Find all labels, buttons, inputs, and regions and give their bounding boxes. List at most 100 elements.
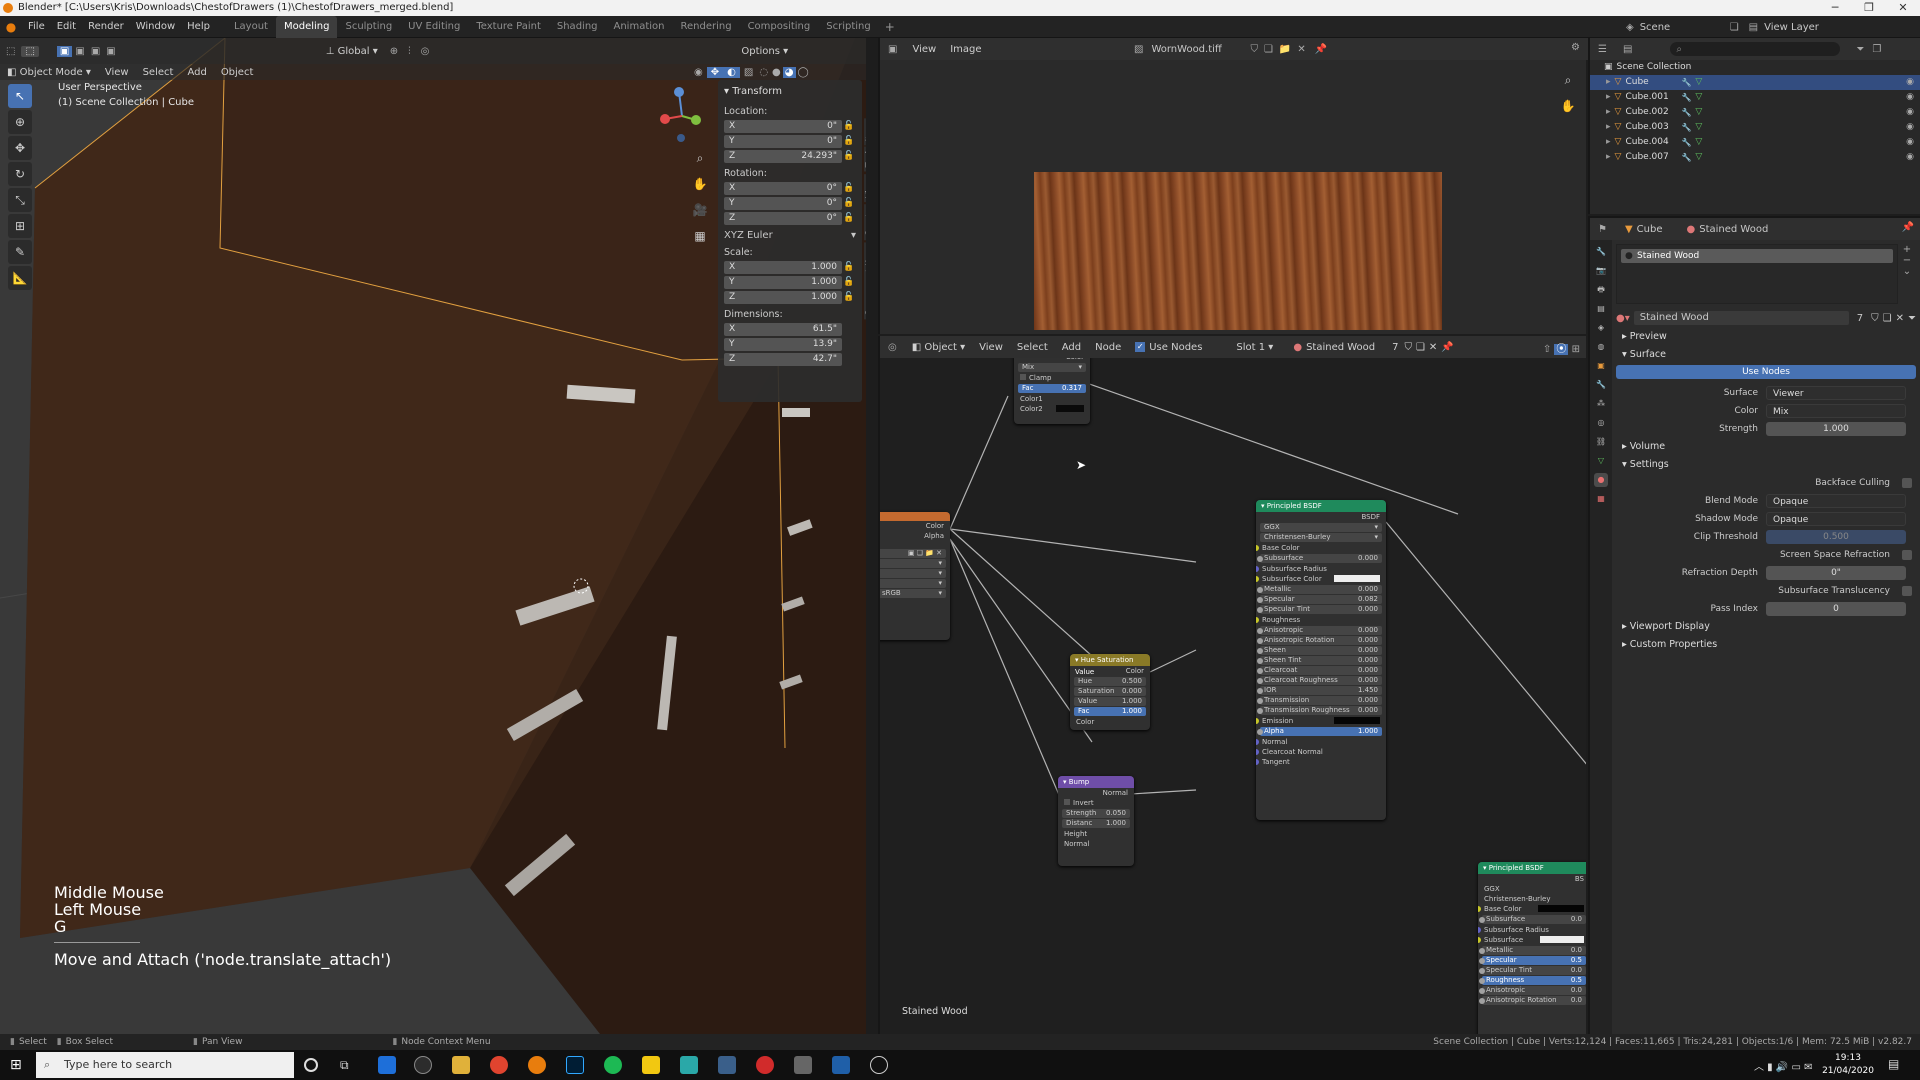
scene-tab-icon[interactable]: ◈ bbox=[1594, 321, 1608, 335]
system-tray-icons[interactable]: ︿ ▮ 🔊 ▭ ✉ bbox=[1754, 1058, 1813, 1073]
row-value-field[interactable]: Viewer bbox=[1766, 386, 1906, 400]
unlink-icon[interactable]: ✕ bbox=[1429, 342, 1437, 353]
input-socket[interactable] bbox=[1257, 708, 1263, 714]
input-socket[interactable] bbox=[1479, 998, 1485, 1004]
gizmo-icon[interactable]: ✥ bbox=[706, 66, 724, 78]
lock-icon[interactable]: 🔓 bbox=[842, 277, 856, 287]
fake-user-icon[interactable]: ⛉ bbox=[1871, 313, 1879, 324]
node-field-saturation[interactable]: Saturation 0.000 bbox=[1074, 687, 1146, 696]
scale-x-field[interactable]: X 1.000 bbox=[724, 260, 842, 274]
new-scene-icon[interactable]: ❏ bbox=[1730, 22, 1739, 33]
principled-bsdf-node[interactable]: ▾ Principled BSDF BSDF GGX ▾ Christensen-… bbox=[1256, 500, 1386, 820]
sidebar-tab-tool[interactable]: Tool bbox=[864, 147, 866, 172]
bsdf-input-subsurface[interactable]: Subsurface 0.000 bbox=[1257, 554, 1382, 563]
zoom-icon[interactable]: ⌕ bbox=[1556, 68, 1580, 92]
constraints-tab-icon[interactable]: ⛓ bbox=[1594, 435, 1608, 449]
custom-properties-section-header[interactable]: ▸ Custom Properties bbox=[1616, 636, 1916, 654]
input-socket[interactable] bbox=[1257, 587, 1263, 593]
input-socket[interactable] bbox=[1256, 749, 1259, 755]
row-value-field[interactable]: 0 bbox=[1766, 602, 1906, 616]
bsdf-input-roughness[interactable]: Roughness bbox=[1256, 615, 1386, 625]
node-menu-add[interactable]: Add bbox=[1055, 342, 1088, 353]
input-socket[interactable] bbox=[1479, 958, 1485, 964]
outliner-item-cube-003[interactable]: ▸ ▽ Cube.003 🔧 ▽ ◉ bbox=[1590, 120, 1920, 135]
select-mode-icon[interactable]: ⬚ bbox=[21, 45, 39, 57]
bsdf-input-metallic[interactable]: Metallic 0.000 bbox=[1257, 585, 1382, 594]
outliner[interactable]: ☰ ▤ ⌕ ⏷ ❐ ▣ Scene Collection ▸ ▽ Cube 🔧 ▽ ◉ ▸ ▽ C… bbox=[1588, 38, 1920, 214]
expand-arrow-icon[interactable]: ▸ bbox=[1606, 105, 1611, 120]
blender-taskbar-icon[interactable] bbox=[528, 1056, 546, 1074]
slot-dropdown[interactable]: Slot 1 ▾ bbox=[1229, 342, 1280, 353]
color-swatch[interactable] bbox=[1334, 717, 1380, 724]
eye-icon[interactable]: ◉ bbox=[1906, 135, 1914, 150]
node-menu-node[interactable]: Node bbox=[1088, 342, 1128, 353]
image-ext-dropdown[interactable]: ▾ bbox=[880, 579, 946, 588]
blender-menu-icon[interactable]: ● bbox=[0, 20, 22, 34]
texture-tab-icon[interactable]: ▦ bbox=[1594, 492, 1608, 506]
properties-type-icon[interactable]: ⚑ bbox=[1590, 224, 1615, 235]
unlink-icon[interactable]: ✕ bbox=[1294, 44, 1308, 55]
mix-clamp-checkbox[interactable]: Clamp bbox=[1014, 373, 1090, 383]
data-tab-icon[interactable]: ▽ bbox=[1594, 454, 1608, 468]
tool-tab-icon[interactable]: 🔧 bbox=[1594, 245, 1608, 259]
object-tab-icon[interactable]: ▣ bbox=[1594, 359, 1608, 373]
select-box-tool-icon[interactable]: ↖ bbox=[8, 84, 32, 108]
viewport-menu-select[interactable]: Select bbox=[136, 67, 181, 78]
task-view-icon[interactable]: ⧉ bbox=[340, 1056, 358, 1074]
rotation-z-field[interactable]: Z 0° bbox=[724, 211, 842, 225]
node-field-distanc[interactable]: Distanc 1.000 bbox=[1062, 819, 1130, 828]
bsdf-input-clearcoat-roughness[interactable]: Clearcoat Roughness 0.000 bbox=[1257, 676, 1382, 685]
lock-icon[interactable]: 🔓 bbox=[842, 136, 856, 146]
bsdf-input-anisotropic[interactable]: Anisotropic 0.000 bbox=[1257, 626, 1382, 635]
photoshop-icon[interactable] bbox=[566, 1056, 584, 1074]
color-swatch[interactable] bbox=[1334, 575, 1380, 582]
cursor-tool-icon[interactable]: ⊕ bbox=[8, 110, 32, 134]
bsdf-input-anisotropic-rotation[interactable]: Anisotropic Rotation 0.000 bbox=[1257, 636, 1382, 645]
input-socket[interactable] bbox=[1257, 597, 1263, 603]
use-nodes-button[interactable]: Use Nodes bbox=[1616, 365, 1916, 379]
annotate-tool-icon[interactable]: ✎ bbox=[8, 240, 32, 264]
app-icon-6[interactable] bbox=[756, 1056, 774, 1074]
visibility-icon[interactable]: ◉ bbox=[690, 67, 707, 78]
lock-icon[interactable]: 🔓 bbox=[842, 183, 856, 193]
lock-icon[interactable]: 🔓 bbox=[842, 151, 856, 161]
shader-node-editor[interactable]: ◎ ◧ Object ▾ View Select Add Node ✓ Use Node… bbox=[878, 336, 1586, 1034]
color-swatch[interactable] bbox=[1538, 905, 1584, 912]
input-socket[interactable] bbox=[1478, 906, 1481, 912]
pivot-icon[interactable]: ⊕ bbox=[385, 46, 403, 57]
mix-color1-socket[interactable]: Color1 bbox=[1014, 394, 1090, 404]
bsdf-input-transmission-roughness[interactable]: Transmission Roughness 0.000 bbox=[1257, 706, 1382, 715]
shader-type-dropdown[interactable]: ◧ Object ▾ bbox=[905, 342, 972, 353]
image-colorspace-dropdown[interactable]: sRGB ▾ bbox=[880, 589, 946, 598]
input-socket[interactable] bbox=[1478, 937, 1481, 943]
bsdf-input-sheen[interactable]: Sheen 0.000 bbox=[1257, 646, 1382, 655]
image-editor-type-icon[interactable]: ▣ bbox=[880, 44, 905, 55]
input-socket[interactable] bbox=[1257, 688, 1263, 694]
node-editor-type-icon[interactable]: ◎ bbox=[880, 342, 905, 353]
hsv-node-header[interactable]: ▾ Hue Saturation Value bbox=[1070, 654, 1150, 676]
menu-help[interactable]: Help bbox=[181, 16, 216, 38]
physics-tab-icon[interactable]: ◎ bbox=[1594, 416, 1608, 430]
mix-rgb-node[interactable]: Color Mix▾ Clamp Fac0.317 Color1 Color2 bbox=[1014, 352, 1090, 424]
checkbox-icon[interactable] bbox=[1902, 586, 1912, 596]
input-socket[interactable] bbox=[1256, 576, 1259, 582]
bump-output-socket[interactable]: Normal bbox=[1058, 788, 1134, 798]
color-swatch-black[interactable] bbox=[1056, 405, 1084, 412]
material-shading-icon[interactable]: ◕ bbox=[782, 66, 796, 78]
workspace-tab-sculpting[interactable]: Sculpting bbox=[337, 16, 400, 38]
bsdf2-subsurface-method-dropdown[interactable]: Christensen-Burley bbox=[1478, 894, 1586, 904]
dimensions-z-field[interactable]: Z 42.7" bbox=[724, 352, 842, 366]
row-value-field[interactable]: 1.000 bbox=[1766, 422, 1906, 436]
bsdf-input-metallic[interactable]: Metallic 0.0 bbox=[1479, 946, 1586, 955]
row-value-field[interactable]: Opaque bbox=[1766, 494, 1906, 508]
bump-invert-checkbox[interactable]: Invert bbox=[1058, 798, 1134, 808]
eye-icon[interactable]: ◉ bbox=[1906, 105, 1914, 120]
lock-icon[interactable]: 🔓 bbox=[842, 198, 856, 208]
bsdf-input-clearcoat-normal[interactable]: Clearcoat Normal bbox=[1256, 747, 1386, 757]
output-tab-icon[interactable]: 🖶 bbox=[1594, 283, 1608, 297]
lock-icon[interactable]: 🔓 bbox=[842, 292, 856, 302]
pin-icon[interactable]: 📌 bbox=[1309, 44, 1333, 55]
clock[interactable]: 19:13 21/04/2020 bbox=[1820, 1052, 1876, 1078]
move-tool-icon[interactable]: ✥ bbox=[8, 136, 32, 160]
bsdf-subsurface-method-dropdown[interactable]: Christensen-Burley ▾ bbox=[1260, 533, 1382, 542]
